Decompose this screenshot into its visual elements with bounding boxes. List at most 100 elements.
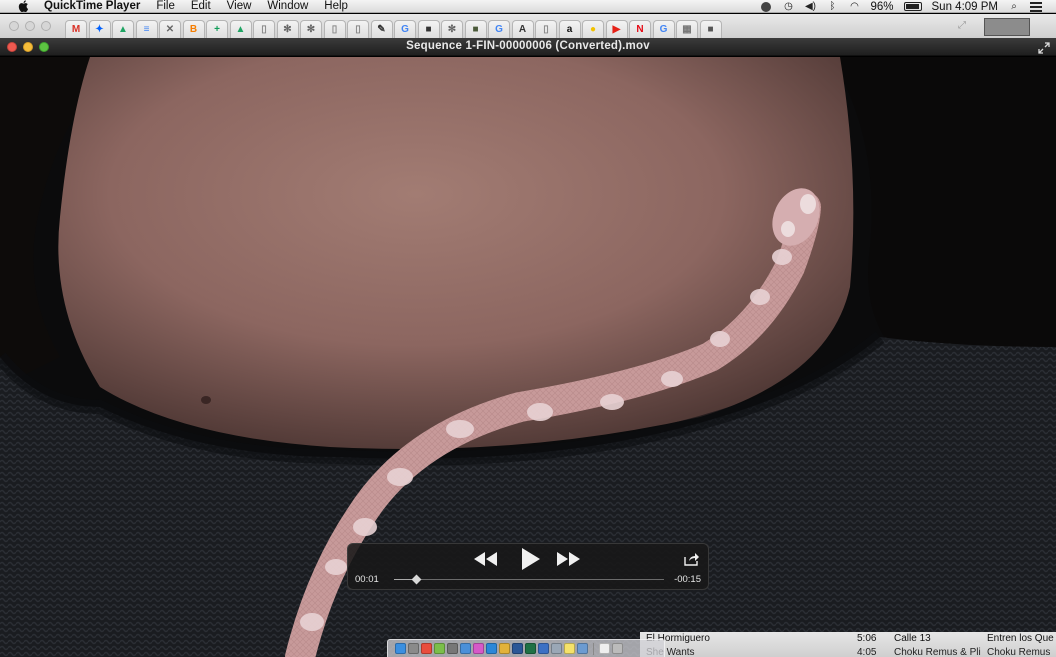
browser-tab[interactable]: ≡ [135, 20, 158, 38]
browser-tab[interactable]: ▶ [605, 20, 628, 38]
browser-tab[interactable]: ▦ [676, 20, 698, 38]
browser-tab[interactable]: ▯ [347, 20, 369, 38]
browser-minimize-button[interactable] [25, 21, 35, 31]
calendar-icon[interactable] [421, 643, 432, 654]
quicktime-icon[interactable] [538, 643, 549, 654]
browser-tab[interactable]: M [65, 20, 87, 38]
browser-tab[interactable]: G [394, 20, 416, 38]
playback-controls: 00:01 -00:15 [347, 543, 709, 590]
browser-tab[interactable]: B [182, 20, 205, 38]
menu-view[interactable]: View [219, 0, 260, 13]
menu-file[interactable]: File [148, 0, 183, 13]
document-icon: ▯ [261, 23, 267, 35]
circle-yellow-icon: ● [589, 23, 597, 35]
menu-edit[interactable]: Edit [183, 0, 219, 13]
browser-tab[interactable]: ■ [464, 20, 487, 38]
document-icon-2: ▯ [331, 23, 338, 35]
settings-dock-icon[interactable] [447, 643, 458, 654]
browser-tab[interactable]: ▯ [535, 20, 557, 38]
browser-tab[interactable]: ■ [417, 20, 440, 38]
song-title: She Wants [646, 647, 695, 657]
dock-separator [593, 642, 594, 655]
browser-tab[interactable]: ✎ [370, 20, 393, 38]
browser-tab[interactable]: ✦ [88, 20, 111, 38]
system-preferences-icon[interactable] [408, 643, 419, 654]
browser-close-button[interactable] [9, 21, 19, 31]
share-button[interactable] [684, 552, 699, 566]
browser-tab[interactable]: A [511, 20, 534, 38]
fullscreen-icon[interactable] [1038, 41, 1050, 54]
jar-icon: ■ [707, 23, 714, 35]
play-icon [522, 548, 540, 570]
battery-percent[interactable]: 96% [870, 1, 893, 13]
settings-icon-2: ✻ [306, 23, 316, 35]
status-menu-extras: ◷ ◀) ᛒ ◠ 96% Sun 4:09 PM ⌕ [760, 0, 1056, 13]
browser-tab[interactable]: ✻ [441, 20, 463, 38]
song-album: Choku Remus [987, 647, 1051, 657]
volume-icon[interactable]: ◀) [804, 1, 816, 12]
excel-icon[interactable] [525, 643, 536, 654]
browser-tab[interactable]: ● [582, 20, 604, 38]
browser-tab[interactable]: ▲ [112, 20, 134, 38]
browser-tab[interactable]: N [629, 20, 651, 38]
browser-tab[interactable]: ▯ [323, 20, 346, 38]
browser-tab[interactable]: ▲ [229, 20, 252, 38]
downloads-icon[interactable] [577, 643, 588, 654]
play-button[interactable] [520, 548, 542, 570]
rewind-button[interactable] [474, 551, 498, 567]
window-titlebar[interactable]: Sequence 1-FIN-00000006 (Converted).mov [0, 38, 1056, 56]
bluetooth-icon[interactable]: ᛒ [826, 1, 838, 12]
photo-thumb-icon: ■ [472, 23, 479, 35]
browser-tab[interactable]: ✕ [159, 20, 181, 38]
browser-tab[interactable]: ▯ [253, 20, 275, 38]
share-icon [684, 553, 699, 566]
itunes-song-list: El Hormiguero 5:06 Calle 13 Entren los Q… [640, 632, 1056, 657]
table-row[interactable]: She Wants 4:05 Choku Remus & Pli Choku R… [640, 647, 1056, 657]
browser-fullscreen-icon[interactable]: ⤢ [958, 20, 970, 32]
scrubber-track[interactable] [394, 574, 664, 585]
spotlight-search-icon[interactable]: ⌕ [1008, 1, 1020, 12]
app-menu-quicktime[interactable]: QuickTime Player [44, 0, 148, 13]
notification-center-icon[interactable] [1030, 1, 1042, 12]
trash-icon[interactable] [612, 643, 623, 654]
apple-menu-icon[interactable] [17, 0, 30, 13]
google-sheets-icon: + [214, 23, 220, 35]
song-title: El Hormiguero [646, 633, 710, 644]
fast-forward-button[interactable] [556, 551, 580, 567]
scrubber-playhead[interactable] [411, 574, 422, 585]
document-stack-icon[interactable] [599, 643, 610, 654]
menu-window[interactable]: Window [259, 0, 316, 13]
browser-tab[interactable]: G [652, 20, 675, 38]
song-time: 5:06 [857, 633, 877, 644]
browser-tab[interactable]: ■ [699, 20, 722, 38]
video-frame[interactable]: 00:01 -00:15 [0, 57, 1056, 657]
notes-icon[interactable] [564, 643, 575, 654]
browser-tab[interactable]: ✻ [300, 20, 322, 38]
elapsed-time: 00:01 [355, 574, 379, 585]
itunes-icon[interactable] [473, 643, 484, 654]
preview-icon[interactable] [551, 643, 562, 654]
browser-tab[interactable]: a [558, 20, 581, 38]
menu-bar: QuickTime Player File Edit View Window H… [0, 0, 1056, 13]
image-icon: ■ [425, 23, 432, 35]
browser-profile-thumbnail[interactable] [984, 18, 1030, 36]
word-icon[interactable] [512, 643, 523, 654]
creative-cloud-icon[interactable] [760, 1, 772, 12]
song-album: Entren los Que [987, 633, 1054, 644]
browser-tab[interactable]: G [488, 20, 510, 38]
browser-tab[interactable]: ✻ [276, 20, 299, 38]
mail-icon[interactable] [460, 643, 471, 654]
photos-icon[interactable] [434, 643, 445, 654]
table-row[interactable]: El Hormiguero 5:06 Calle 13 Entren los Q… [640, 633, 1056, 645]
time-machine-icon[interactable]: ◷ [782, 1, 794, 12]
browser-tab[interactable]: + [206, 20, 228, 38]
battery-icon[interactable] [903, 2, 922, 11]
menu-help[interactable]: Help [316, 0, 356, 13]
clock[interactable]: Sun 4:09 PM [932, 1, 998, 13]
finder-icon[interactable] [395, 643, 406, 654]
browser-zoom-button[interactable] [41, 21, 51, 31]
chrome-icon[interactable] [499, 643, 510, 654]
safari-icon[interactable] [486, 643, 497, 654]
google-icon: G [401, 23, 409, 35]
wifi-icon[interactable]: ◠ [848, 1, 860, 12]
